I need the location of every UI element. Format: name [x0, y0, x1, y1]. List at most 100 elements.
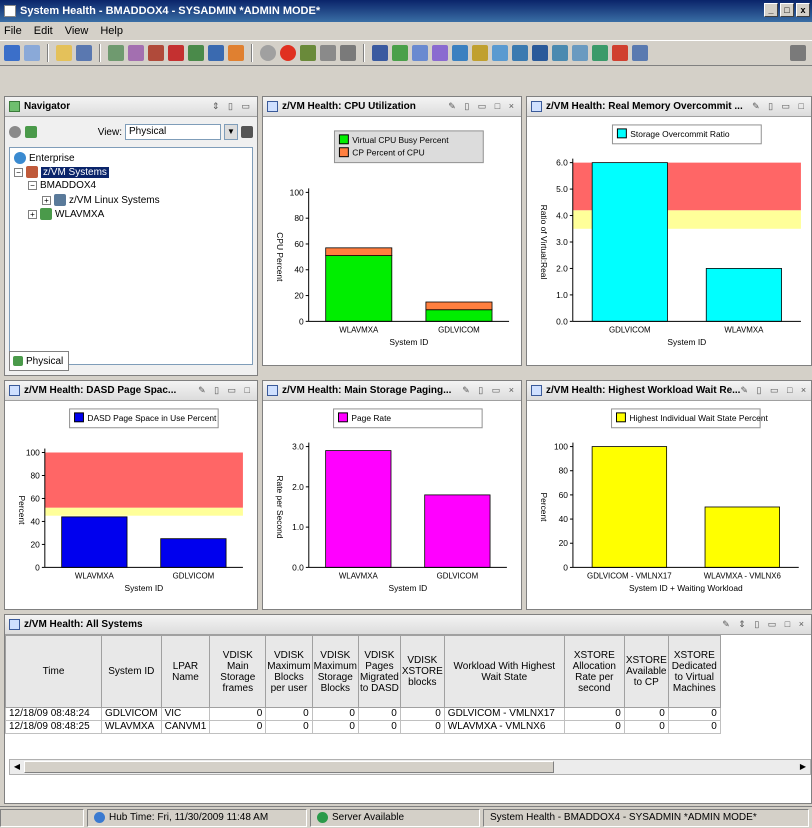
panel-controls[interactable]: ⇕ ▯ ▭ — [212, 101, 257, 112]
column-header[interactable]: System ID — [101, 635, 162, 708]
y-tick-label: 100 — [554, 442, 568, 452]
help-icon[interactable] — [632, 45, 648, 61]
horizontal-scrollbar[interactable]: ◀ ▶ — [9, 759, 811, 775]
close-button[interactable]: x — [796, 3, 810, 17]
sync-icon[interactable] — [9, 126, 21, 138]
table-cell: 12/18/09 08:48:25 — [5, 720, 102, 734]
pie-chart-icon[interactable] — [392, 45, 408, 61]
plot-chart-icon[interactable] — [432, 45, 448, 61]
workload-wait-chart: Highest Individual Wait State Percent 0 20… — [539, 408, 799, 593]
y-tick-label: 3.0 — [556, 237, 568, 247]
expand-node-icon[interactable]: + — [42, 195, 51, 205]
tree-node-zvm-systems[interactable]: − z/VM Systems — [14, 166, 109, 178]
situation-icon[interactable] — [168, 45, 184, 61]
binoculars-icon[interactable] — [241, 126, 253, 138]
column-header[interactable]: XSTORE Allocation Rate per second — [563, 635, 625, 708]
panel-title: z/VM Health: DASD Page Spac... — [24, 385, 177, 396]
graphic-view-icon[interactable] — [532, 45, 548, 61]
terminal-icon[interactable] — [572, 45, 588, 61]
topology-icon[interactable] — [612, 45, 628, 61]
refresh-icon[interactable] — [208, 45, 224, 61]
all-systems-table: Time System ID LPAR Name VDISK Main Stor… — [5, 635, 721, 734]
tree-node-bmaddox4[interactable]: − BMADDOX4 — [28, 180, 96, 191]
scrollbar-thumb[interactable] — [24, 761, 554, 773]
alert-icon[interactable] — [228, 45, 244, 61]
properties-icon[interactable] — [128, 45, 144, 61]
scroll-right-icon[interactable]: ▶ — [797, 761, 809, 773]
expand-icon[interactable] — [790, 45, 806, 61]
table-row[interactable]: 12/18/09 08:48:25 WLAVMXA CANVM1 0 0 0 0… — [5, 720, 721, 734]
bar-chart-icon[interactable] — [412, 45, 428, 61]
navigator-icon — [9, 101, 20, 112]
view-select[interactable]: Physical — [125, 124, 221, 140]
scroll-left-icon[interactable]: ◀ — [11, 761, 23, 773]
link-icon[interactable] — [148, 45, 164, 61]
save-icon[interactable] — [76, 45, 92, 61]
take-action-icon[interactable] — [552, 45, 568, 61]
x-tick-label: GDLVICOM — [438, 325, 480, 334]
tree-node-enterprise[interactable]: Enterprise — [14, 152, 75, 164]
pin-icon[interactable] — [320, 45, 336, 61]
toolbar-separator — [99, 44, 101, 62]
collapse-icon[interactable]: − — [14, 167, 23, 177]
bar — [325, 255, 393, 322]
speaker-icon[interactable] — [340, 45, 356, 61]
column-header[interactable]: VDISK XSTORE blocks — [399, 635, 445, 708]
panel-controls[interactable]: ✎ ▯ ▭ □ — [752, 101, 811, 112]
table-icon — [9, 619, 20, 630]
workspace-icon[interactable] — [108, 45, 124, 61]
browser-icon[interactable] — [592, 45, 608, 61]
tree-node-zvm-linux-systems[interactable]: + z/VM Linux Systems — [42, 194, 160, 206]
column-header[interactable]: LPAR Name — [160, 635, 211, 708]
table-cell: WLAVMXA — [101, 720, 162, 734]
filter-icon[interactable] — [300, 45, 316, 61]
toolbar — [0, 40, 812, 66]
panel-controls[interactable]: ✎ ⇕ ▯ ▭ □ × — [722, 619, 811, 630]
y-tick-label: 6.0 — [556, 158, 568, 168]
panel-controls[interactable]: ✎ ▯ ▭ □ × — [448, 101, 521, 112]
linear-gauge-icon[interactable] — [472, 45, 488, 61]
menu-view[interactable]: View — [65, 25, 89, 37]
y-axis-label: Ratio of Virtual:Real — [539, 205, 549, 280]
menu-edit[interactable]: Edit — [34, 25, 53, 37]
column-header[interactable]: Time — [5, 635, 102, 708]
forward-icon[interactable] — [24, 45, 40, 61]
menu-help[interactable]: Help — [100, 25, 123, 37]
chart-area: Highest Individual Wait State Percent 0 20… — [527, 401, 811, 609]
column-header[interactable]: VDISK Maximum Storage Blocks — [311, 635, 359, 708]
column-header[interactable]: VDISK Main Storage frames — [209, 635, 267, 708]
panel-controls[interactable]: ✎ ▯ ▭ □ — [198, 385, 257, 396]
stop-icon[interactable] — [260, 45, 276, 61]
chevron-down-icon[interactable]: ▼ — [224, 124, 238, 140]
table-cell: 0 — [399, 720, 445, 734]
menu-file[interactable]: File — [4, 25, 22, 37]
maximize-button[interactable]: □ — [780, 3, 794, 17]
panel-controls[interactable]: ✎ ▯ ▭ □ × — [740, 385, 811, 396]
panel-controls[interactable]: ✎ ▯ ▭ × — [462, 385, 521, 396]
history-icon[interactable] — [188, 45, 204, 61]
expand-node-icon[interactable]: + — [28, 209, 37, 219]
table-row[interactable]: 12/18/09 08:48:24 GDLVICOM VIC 0 0 0 0 0… — [5, 707, 721, 721]
column-header[interactable]: XSTORE Available to CP — [623, 635, 669, 708]
search-navigator-icon[interactable] — [25, 126, 37, 138]
x-tick-label: WLAVMXA — [339, 571, 379, 580]
column-header[interactable]: VDISK Pages Migrated to DASD — [357, 635, 401, 708]
column-header[interactable]: XSTORE Dedicated to Virtual Machines — [667, 635, 721, 708]
event-console-icon[interactable] — [512, 45, 528, 61]
back-icon[interactable] — [4, 45, 20, 61]
collapse-icon[interactable]: − — [28, 181, 37, 190]
x-tick-label: GDLVICOM — [609, 325, 651, 334]
column-header[interactable]: Workload With Highest Wait State — [443, 635, 565, 708]
tree-node-wlavmxa[interactable]: + WLAVMXA — [28, 208, 104, 220]
circular-gauge-icon[interactable] — [452, 45, 468, 61]
column-header[interactable]: VDISK Maximum Blocks per user — [265, 635, 313, 708]
table-view-icon[interactable] — [372, 45, 388, 61]
y-tick-label: 100 — [290, 187, 304, 197]
table-cell: 0 — [357, 720, 401, 734]
minimize-button[interactable]: _ — [764, 3, 778, 17]
status-hub-time: Hub Time: Fri, 11/30/2009 11:48 AM — [87, 808, 307, 827]
open-icon[interactable] — [56, 45, 72, 61]
notepad-icon[interactable] — [492, 45, 508, 61]
tab-physical[interactable]: Physical — [9, 351, 69, 371]
record-icon[interactable] — [280, 45, 296, 61]
